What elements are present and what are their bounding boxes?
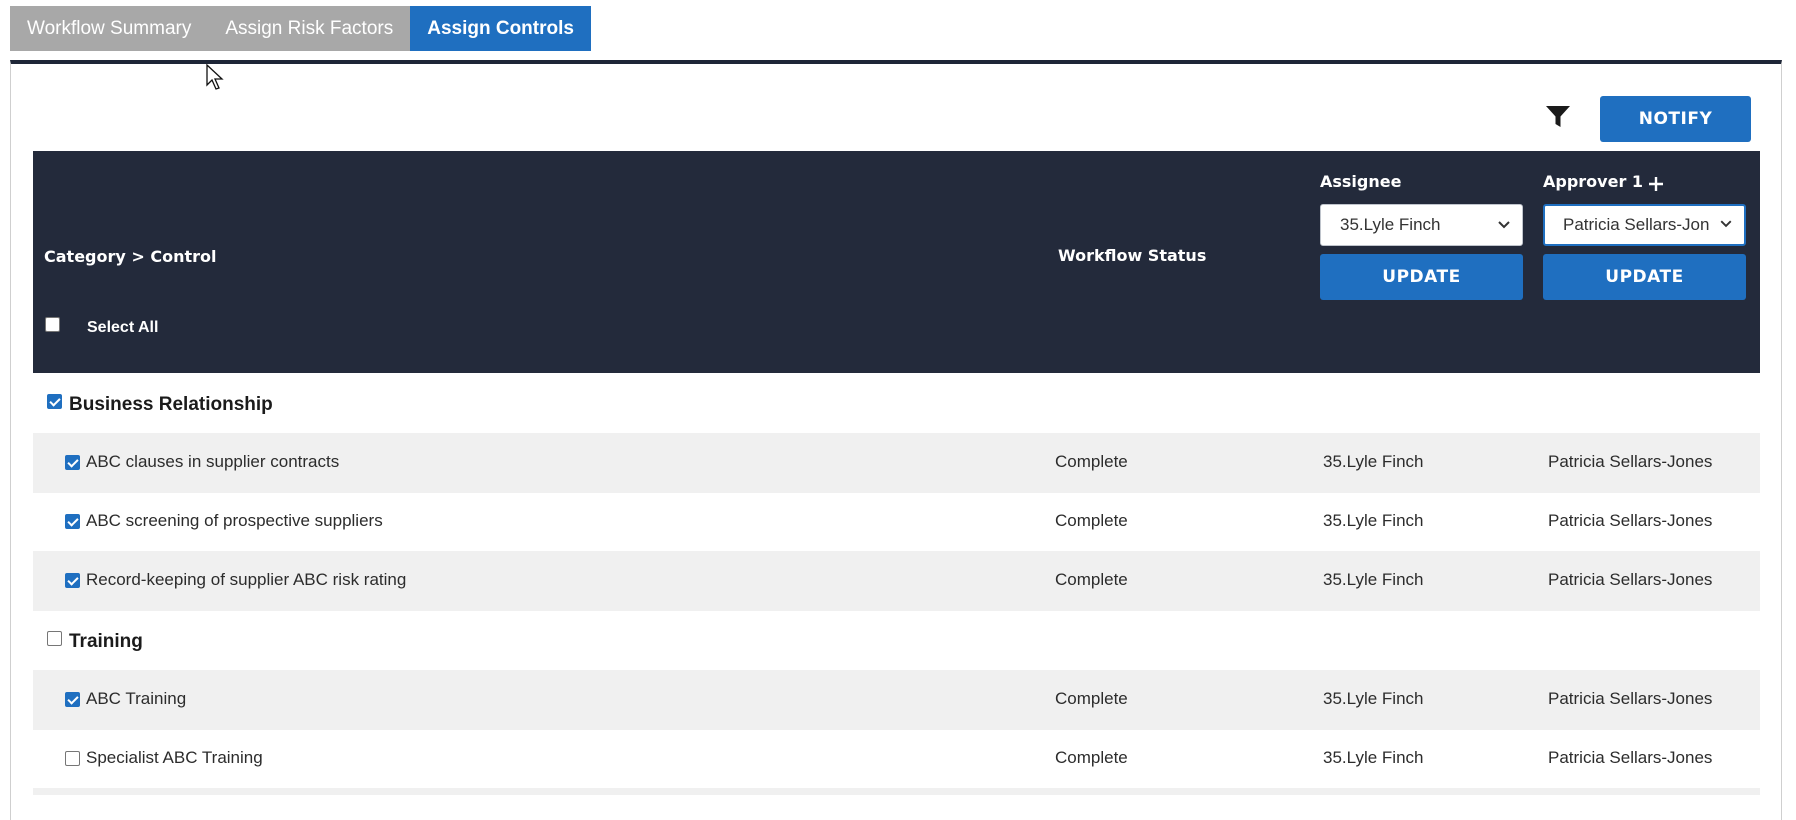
- table-row: ABC Training Complete 35.Lyle Finch Patr…: [33, 670, 1760, 730]
- assignee-value: 35.Lyle Finch: [1323, 748, 1424, 767]
- assignee-select-value: 35.Lyle Finch: [1340, 215, 1441, 234]
- column-header-category-control: Category > Control: [44, 247, 217, 266]
- add-approver-icon[interactable]: [1648, 176, 1664, 192]
- approver-select-value: Patricia Sellars-Jon: [1563, 215, 1710, 234]
- category-label-training: Training: [69, 631, 143, 652]
- approver-value: Patricia Sellars-Jones: [1548, 748, 1713, 767]
- row-checkbox[interactable]: [65, 514, 80, 529]
- control-name: ABC screening of prospective suppliers: [86, 511, 383, 530]
- chevron-down-icon: [1718, 206, 1734, 244]
- tab-assign-controls[interactable]: Assign Controls: [410, 6, 591, 51]
- control-name: ABC Training: [86, 689, 187, 708]
- approver-header: Approver 1: [1543, 172, 1644, 191]
- approver-select[interactable]: Patricia Sellars-Jon: [1543, 204, 1746, 246]
- tab-bar: Workflow Summary Assign Risk Factors Ass…: [10, 6, 591, 51]
- row-checkbox[interactable]: [65, 692, 80, 707]
- filter-icon[interactable]: [1545, 105, 1571, 129]
- select-all-label: Select All: [87, 319, 159, 336]
- tab-workflow-summary[interactable]: Workflow Summary: [10, 6, 209, 51]
- chevron-down-icon: [1496, 205, 1512, 245]
- approver-value: Patricia Sellars-Jones: [1548, 511, 1713, 530]
- table-row: ABC screening of prospective suppliers C…: [33, 492, 1760, 552]
- approver-value: Patricia Sellars-Jones: [1548, 689, 1713, 708]
- category-checkbox-training[interactable]: [47, 631, 62, 646]
- workflow-status: Complete: [1055, 570, 1128, 589]
- notify-button[interactable]: NOTIFY: [1600, 96, 1751, 142]
- category-checkbox-business-relationship[interactable]: [47, 394, 62, 409]
- column-header-workflow-status: Workflow Status: [1058, 246, 1207, 265]
- control-name: Record-keeping of supplier ABC risk rati…: [86, 570, 407, 589]
- workflow-status: Complete: [1055, 689, 1128, 708]
- mouse-pointer-icon: [206, 64, 224, 90]
- table-row: [33, 788, 1760, 795]
- table-row: Specialist ABC Training Complete 35.Lyle…: [33, 729, 1760, 789]
- category-label-business-relationship: Business Relationship: [69, 394, 273, 415]
- row-checkbox[interactable]: [65, 455, 80, 470]
- approver-update-button[interactable]: UPDATE: [1543, 254, 1746, 300]
- control-name: ABC clauses in supplier contracts: [86, 452, 340, 471]
- assignee-update-button[interactable]: UPDATE: [1320, 254, 1523, 300]
- assignee-select[interactable]: 35.Lyle Finch: [1320, 204, 1523, 246]
- tab-assign-risk-factors[interactable]: Assign Risk Factors: [208, 6, 411, 51]
- assignee-value: 35.Lyle Finch: [1323, 452, 1424, 471]
- control-name: Specialist ABC Training: [86, 748, 263, 767]
- table-header: Category > Control Workflow Status Selec…: [33, 151, 1760, 373]
- row-checkbox[interactable]: [65, 573, 80, 588]
- assignee-header: Assignee: [1320, 172, 1402, 191]
- row-checkbox[interactable]: [65, 751, 80, 766]
- table-row: ABC clauses in supplier contracts Comple…: [33, 433, 1760, 493]
- table-row: Record-keeping of supplier ABC risk rati…: [33, 551, 1760, 611]
- assignee-value: 35.Lyle Finch: [1323, 689, 1424, 708]
- workflow-status: Complete: [1055, 748, 1128, 767]
- assignee-value: 35.Lyle Finch: [1323, 511, 1424, 530]
- approver-value: Patricia Sellars-Jones: [1548, 452, 1713, 471]
- workflow-status: Complete: [1055, 511, 1128, 530]
- workflow-status: Complete: [1055, 452, 1128, 471]
- approver-value: Patricia Sellars-Jones: [1548, 570, 1713, 589]
- assignee-value: 35.Lyle Finch: [1323, 570, 1424, 589]
- select-all-checkbox[interactable]: [45, 317, 60, 332]
